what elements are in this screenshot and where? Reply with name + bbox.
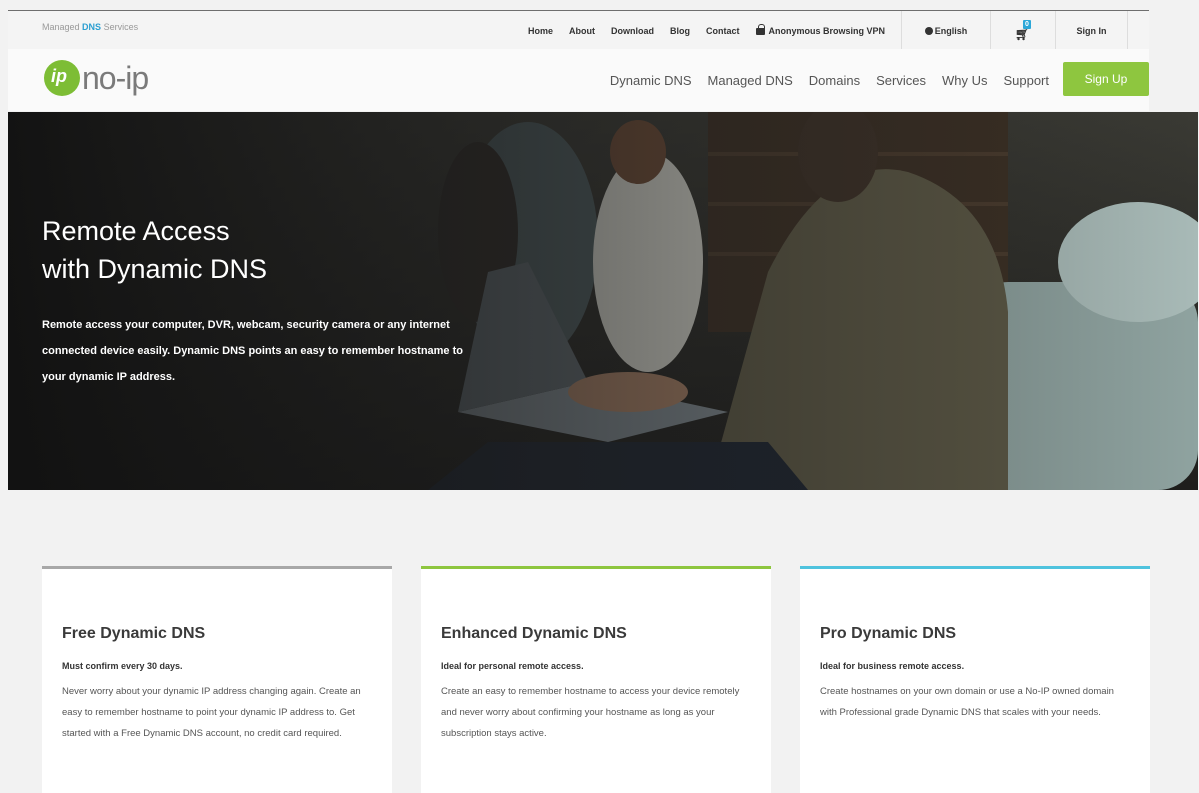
- hero-title-line1: Remote Access: [42, 216, 230, 246]
- globe-icon: [924, 26, 933, 35]
- blog-link[interactable]: Blog: [670, 26, 690, 36]
- card-title: Pro Dynamic DNS: [820, 625, 957, 642]
- card-free-dynamic-dns[interactable]: Free Dynamic DNS Must confirm every 30 d…: [42, 566, 392, 793]
- card-title: Enhanced Dynamic DNS: [441, 625, 627, 642]
- card-body: Never worry about your dynamic IP addres…: [62, 686, 361, 739]
- menu-why-us[interactable]: Why Us: [942, 73, 988, 88]
- cart-button[interactable]: 🛒︎ 0: [991, 11, 1055, 50]
- card-title: Free Dynamic DNS: [62, 625, 206, 642]
- card-subtitle: Ideal for business remote access.: [820, 661, 965, 671]
- contact-link[interactable]: Contact: [706, 26, 740, 36]
- language-label: English: [934, 25, 968, 36]
- tagline-dns: DNS: [82, 22, 102, 32]
- plan-cards: Free Dynamic DNS Must confirm every 30 d…: [42, 566, 1150, 793]
- card-subtitle: Ideal for personal remote access.: [441, 661, 584, 671]
- about-link[interactable]: About: [569, 26, 595, 36]
- logo-mark-icon: ip: [44, 60, 80, 96]
- menu-domains[interactable]: Domains: [809, 73, 860, 88]
- sign-up-button[interactable]: Sign Up: [1063, 62, 1149, 96]
- cart-count-badge: 0: [1023, 19, 1031, 29]
- vpn-label: Anonymous Browsing VPN: [768, 25, 886, 36]
- hero-title: Remote Access with Dynamic DNS: [42, 212, 482, 288]
- menu-managed-dns[interactable]: Managed DNS: [708, 73, 793, 88]
- vpn-link[interactable]: Anonymous Browsing VPN: [755, 24, 886, 36]
- utility-nav: Home About Download Blog Contact Anonymo…: [528, 11, 1129, 50]
- tagline-text-end: Services: [103, 22, 139, 32]
- hero-content: Remote Access with Dynamic DNS Remote ac…: [42, 212, 482, 390]
- tagline: Managed DNS Services: [42, 22, 138, 32]
- card-body: Create an easy to remember hostname to a…: [441, 686, 740, 739]
- menu-services[interactable]: Services: [876, 73, 926, 88]
- sign-in-label: Sign In: [1076, 25, 1107, 36]
- menu-support[interactable]: Support: [1003, 73, 1049, 88]
- logo-text: no-ip: [82, 60, 149, 96]
- hero-description: Remote access your computer, DVR, webcam…: [42, 319, 463, 383]
- sign-in-link[interactable]: Sign In: [1056, 11, 1129, 50]
- menu-dynamic-dns[interactable]: Dynamic DNS: [610, 73, 692, 88]
- utility-bar: Managed DNS Services Home About Download…: [8, 10, 1149, 50]
- home-link[interactable]: Home: [528, 26, 553, 36]
- hero-banner: Remote Access with Dynamic DNS Remote ac…: [8, 112, 1198, 490]
- logo[interactable]: ip no-ip: [44, 60, 149, 96]
- card-enhanced-dynamic-dns[interactable]: Enhanced Dynamic DNS Ideal for personal …: [421, 566, 771, 793]
- tagline-text: Managed: [42, 22, 80, 32]
- main-nav: ip no-ip Dynamic DNS Managed DNS Domains…: [8, 49, 1149, 111]
- download-link[interactable]: Download: [611, 26, 654, 36]
- primary-menu: Dynamic DNS Managed DNS Domains Services…: [594, 49, 1049, 111]
- card-body: Create hostnames on your own domain or u…: [820, 686, 1114, 718]
- lock-icon: [755, 24, 765, 35]
- cart-icon: 🛒︎: [1015, 26, 1031, 41]
- hero-title-line2: with Dynamic DNS: [42, 254, 268, 284]
- card-pro-dynamic-dns[interactable]: Pro Dynamic DNS Ideal for business remot…: [800, 566, 1150, 793]
- card-subtitle: Must confirm every 30 days.: [62, 661, 183, 671]
- language-selector[interactable]: English: [902, 11, 990, 50]
